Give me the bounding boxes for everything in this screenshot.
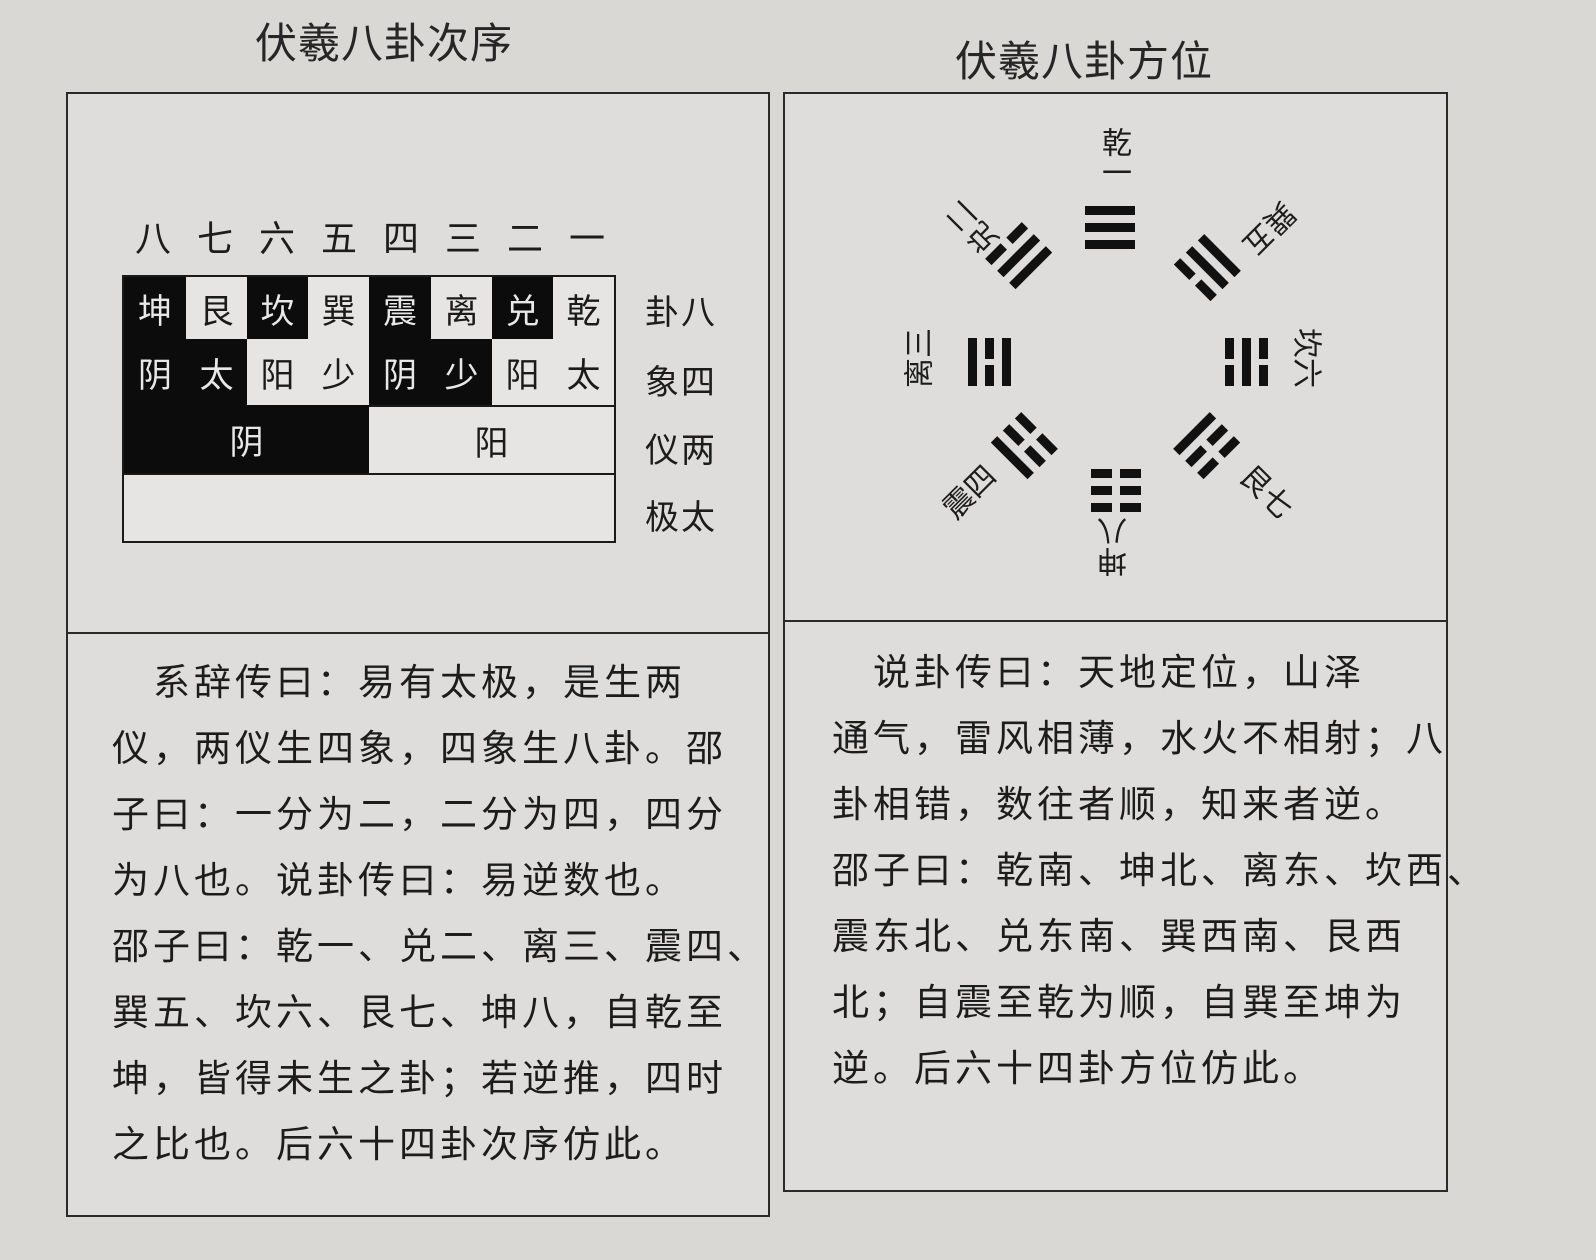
trigram-diagram: 乾一 坤八 离三 坎六 兑二 巽五 震四 艮七 (783, 92, 1448, 620)
number-8: 八 (134, 219, 171, 260)
trigram-cell-dui: 兑 (492, 277, 553, 339)
trigram-cell-qian: 乾 (553, 277, 614, 339)
text-line: 之比也。后六十四卦次序仿此。 (112, 1123, 686, 1166)
label-kan: 坎六 (1288, 328, 1324, 388)
number-5: 五 (320, 219, 357, 260)
text-line: 说卦传曰：天地定位，山泽 (832, 651, 1365, 694)
trigram-cell-gen: 艮 (186, 277, 247, 339)
sequence-numbers: 八 七 六 五 四 三 二 一 (128, 210, 628, 260)
label-li: 离三 (902, 328, 938, 388)
number-4: 四 (382, 219, 419, 260)
label-zhen: 震四 (936, 459, 1004, 527)
number-3: 三 (444, 219, 481, 260)
label-kun: 坤八 (1098, 517, 1133, 577)
text-line: 巽五、坎六、艮七、坤八，自乾至 (112, 991, 727, 1034)
label-dui: 兑二 (939, 192, 1007, 260)
trigram-kun-icon (1091, 469, 1141, 512)
image-cell-4: 少 (308, 339, 369, 405)
number-2: 二 (506, 219, 543, 260)
trigram-cell-zhen: 震 (369, 277, 431, 339)
number-1: 一 (568, 219, 605, 260)
image-cell-5: 阴 (369, 339, 431, 405)
text-line: 邵子曰：乾一、兑二、离三、震四、 (112, 925, 768, 968)
mode-cell-yang: 阳 (369, 405, 614, 473)
trigram-cell-kan: 坎 (247, 277, 308, 339)
trigram-cell-xun: 巽 (308, 277, 369, 339)
row-label-bagua: 卦八 (645, 293, 717, 333)
number-6: 六 (258, 219, 295, 260)
left-paragraph: 系辞传曰：易有太极，是生两 仪，两仪生四象，四象生八卦。邵 子曰：一分为二，二分… (112, 650, 768, 1178)
mode-cell-yin: 阴 (124, 405, 369, 473)
label-qian: 乾一 (1096, 127, 1131, 187)
trigram-qian-icon (1085, 206, 1135, 249)
row-label-sixiang: 象四 (645, 363, 717, 403)
right-paragraph: 说卦传曰：天地定位，山泽 通气，雷风相薄，水火不相射；八 卦相错，数往者顺，知来… (832, 640, 1488, 1102)
left-panel-divider (66, 632, 770, 634)
image-cell-6: 少 (431, 339, 492, 405)
sequence-table: 坤 艮 坎 巽 震 离 兑 乾 阴 太 阳 少 阴 少 阳 太 阴 阳 (122, 275, 616, 543)
trigram-cell-kun: 坤 (124, 277, 186, 339)
label-gen: 艮七 (1232, 459, 1300, 527)
text-line: 仪，两仪生四象，四象生八卦。邵 (112, 727, 727, 770)
text-line: 北；自震至乾为顺，自巽至坤为 (832, 981, 1406, 1024)
text-line: 邵子曰：乾南、坤北、离东、坎西、 (832, 849, 1488, 892)
row-label-liangyi: 仪两 (645, 431, 717, 471)
row-label-taiji: 极太 (645, 498, 717, 538)
right-title: 伏羲八卦方位 (955, 37, 1214, 86)
text-line: 子曰：一分为二，二分为四，四分 (112, 793, 727, 836)
text-line: 坤，皆得未生之卦；若逆推，四时 (112, 1057, 727, 1100)
text-line: 逆。后六十四卦方位仿此。 (832, 1047, 1324, 1090)
text-line: 为八也。说卦传曰：易逆数也。 (112, 859, 686, 902)
image-cell-8: 太 (553, 339, 614, 405)
text-line: 通气，雷风相薄，水火不相射；八 (832, 717, 1447, 760)
right-panel-divider (783, 620, 1448, 622)
taiji-cell (124, 473, 614, 541)
trigram-cell-li: 离 (431, 277, 492, 339)
text-line: 震东北、兑东南、巽西南、艮西 (832, 915, 1406, 958)
trigram-kan-icon (1225, 338, 1268, 386)
image-cell-1: 阴 (124, 339, 186, 405)
image-cell-2: 太 (186, 339, 247, 405)
image-cell-3: 阳 (247, 339, 308, 405)
number-7: 七 (196, 219, 233, 260)
label-xun: 巽五 (1234, 194, 1302, 262)
left-title: 伏羲八卦次序 (255, 19, 514, 68)
text-line: 卦相错，数往者顺，知来者逆。 (832, 783, 1406, 826)
text-line: 系辞传曰：易有太极，是生两 (112, 661, 686, 704)
image-cell-7: 阳 (492, 339, 553, 405)
trigram-li-icon (968, 338, 1011, 386)
